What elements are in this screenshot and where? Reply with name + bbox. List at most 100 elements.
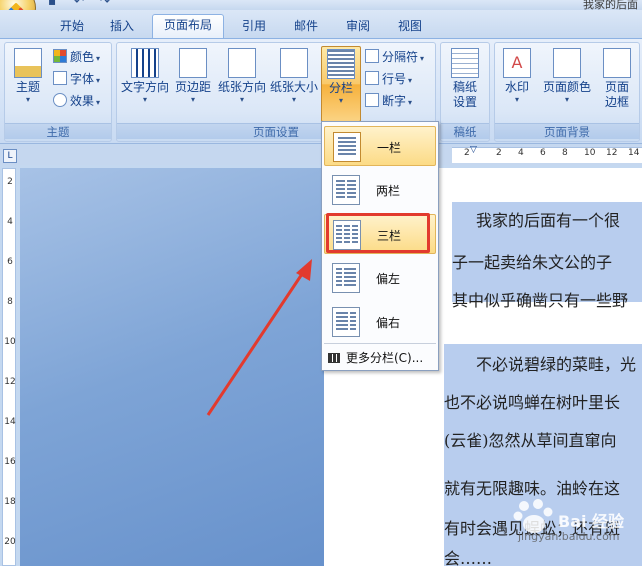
annotation-highlight-box [326, 213, 430, 253]
theme-group: 主题 ▾ 颜色 ▾ 字体 ▾ 效果 ▾ 主题 [4, 42, 112, 142]
text-line[interactable]: 子一起卖给朱文公的子 [452, 252, 612, 274]
indent-marker-icon[interactable]: ▽ [470, 145, 477, 155]
left-column-icon [332, 263, 360, 293]
group-label-page-background: 页面背景 [495, 123, 639, 139]
chevron-down-icon: ▾ [96, 76, 101, 85]
columns-option-two[interactable]: 两栏 [324, 170, 436, 210]
line-numbers-button[interactable]: 行号 ▾ [365, 69, 412, 89]
orientation-button[interactable]: 纸张方向 ▾ [217, 46, 267, 122]
ruler-tick: 6 [7, 257, 13, 267]
more-columns-item[interactable]: 更多分栏(C)... [324, 347, 436, 369]
tab-references[interactable]: 引用 [238, 16, 270, 38]
paper-size-icon [280, 48, 308, 78]
baidu-watermark: Bai 经验 jingyan.baidu.com [506, 494, 642, 566]
columns-option-right[interactable]: 偏右 [324, 302, 436, 342]
chevron-down-icon: ▾ [142, 95, 147, 104]
chevron-down-icon: ▾ [338, 96, 343, 105]
ruler-tick: 2 [496, 148, 502, 158]
line-numbers-icon [365, 71, 379, 85]
chevron-down-icon: ▾ [96, 54, 101, 63]
text-line[interactable]: (云雀)忽然从草间直窜向 [444, 430, 617, 452]
chevron-down-icon: ▾ [190, 95, 195, 104]
page-color-button[interactable]: 页面颜色 ▾ [539, 46, 595, 122]
orientation-icon [228, 48, 256, 78]
columns-icon [327, 49, 355, 79]
chevron-down-icon: ▾ [420, 54, 425, 63]
ruler-tick: 8 [7, 297, 13, 307]
themes-button[interactable]: 主题 ▾ [7, 46, 49, 122]
tab-view[interactable]: 视图 [394, 16, 426, 38]
draft-paper-group: 稿纸 设置 稿纸 [440, 42, 490, 142]
theme-fonts-button[interactable]: 字体 ▾ [53, 69, 100, 89]
save-icon[interactable]: ▪ [48, 0, 62, 8]
chevron-down-icon: ▾ [408, 98, 413, 107]
chevron-down-icon: ▾ [564, 95, 569, 104]
tab-selector-icon[interactable]: L [3, 149, 17, 163]
ruler-tick: 2 [7, 177, 13, 187]
breaks-icon [365, 49, 379, 63]
tab-page-layout[interactable]: 页面布局 [152, 14, 224, 40]
ruler-tick: 12 [4, 377, 16, 387]
group-label-draft: 稿纸 [441, 123, 489, 139]
hyphenation-icon [365, 93, 379, 107]
ruler-tick: 18 [4, 497, 16, 507]
page-borders-button[interactable]: 页面 边框 [597, 46, 637, 122]
text-direction-icon [131, 48, 159, 78]
text-line[interactable]: 我家的后面有一个很 [476, 210, 620, 232]
more-columns-icon [328, 353, 340, 363]
hyphenation-button[interactable]: 断字 ▾ [365, 91, 412, 111]
vertical-ruler[interactable]: 2 4 6 8 10 12 14 16 18 20 [2, 168, 16, 566]
chevron-down-icon: ▾ [96, 98, 101, 107]
chevron-down-icon: ▾ [25, 95, 30, 104]
tab-mailings[interactable]: 邮件 [290, 16, 322, 38]
draft-settings-button[interactable]: 稿纸 设置 [443, 46, 487, 122]
themes-icon [14, 48, 42, 78]
ruler-tick: 16 [4, 457, 16, 467]
text-line[interactable]: 也不必说鸣蝉在树叶里长 [444, 392, 620, 414]
margins-button[interactable]: 页边距 ▾ [173, 46, 213, 122]
tab-review[interactable]: 审阅 [342, 16, 374, 38]
watermark-button[interactable]: A 水印 ▾ [497, 46, 537, 122]
theme-colors-button[interactable]: 颜色 ▾ [53, 47, 100, 67]
ruler-tick: 20 [4, 537, 16, 547]
menu-divider [324, 343, 436, 344]
tab-insert[interactable]: 插入 [106, 16, 138, 38]
breaks-button[interactable]: 分隔符 ▾ [365, 47, 424, 67]
ruler-tick: 2 [464, 148, 470, 158]
colors-icon [53, 49, 67, 63]
watermark-text: Bai 经验 [558, 512, 625, 531]
redo-icon[interactable]: ↷ [100, 0, 114, 8]
columns-button[interactable]: 分栏 ▾ [321, 46, 361, 122]
two-columns-icon [332, 175, 360, 205]
theme-effects-button[interactable]: 效果 ▾ [53, 91, 100, 111]
undo-icon[interactable]: ↶ [74, 0, 88, 8]
text-direction-button[interactable]: 文字方向 ▾ [119, 46, 171, 122]
horizontal-ruler[interactable]: 2 ▽ 2 4 6 8 10 12 14 [452, 145, 642, 163]
chevron-down-icon: ▾ [408, 76, 413, 85]
right-column-icon [332, 307, 360, 337]
ruler-tick: 10 [4, 337, 16, 347]
text-line[interactable]: 会…… [444, 548, 492, 566]
chevron-down-icon: ▾ [239, 95, 244, 104]
one-column-icon [333, 132, 361, 162]
paint-bucket-icon [553, 48, 581, 78]
chevron-down-icon: ▾ [291, 95, 296, 104]
draft-paper-icon [451, 48, 479, 78]
ruler-tick: 10 [584, 148, 596, 158]
ruler-tick: 4 [518, 148, 524, 158]
page-borders-icon [603, 48, 631, 78]
effects-icon [53, 93, 67, 107]
watermark-icon: A [503, 48, 531, 78]
columns-option-left[interactable]: 偏左 [324, 258, 436, 298]
ruler-tick: 6 [540, 148, 546, 158]
title-bar: ▪ ↶ ↷ 我家的后面 [0, 0, 642, 30]
size-button[interactable]: 纸张大小 ▾ [269, 46, 319, 122]
ruler-tick: 8 [562, 148, 568, 158]
columns-option-one[interactable]: 一栏 [324, 126, 436, 166]
text-line[interactable]: 不必说碧绿的菜畦，光 [476, 354, 636, 376]
ruler-tick: 14 [4, 417, 16, 427]
ruler-tick: 14 [628, 148, 640, 158]
tab-home[interactable]: 开始 [56, 16, 88, 38]
page-background-group: A 水印 ▾ 页面颜色 ▾ 页面 边框 页面背景 [494, 42, 640, 142]
text-line[interactable]: 其中似乎确凿只有一些野 [452, 290, 628, 312]
